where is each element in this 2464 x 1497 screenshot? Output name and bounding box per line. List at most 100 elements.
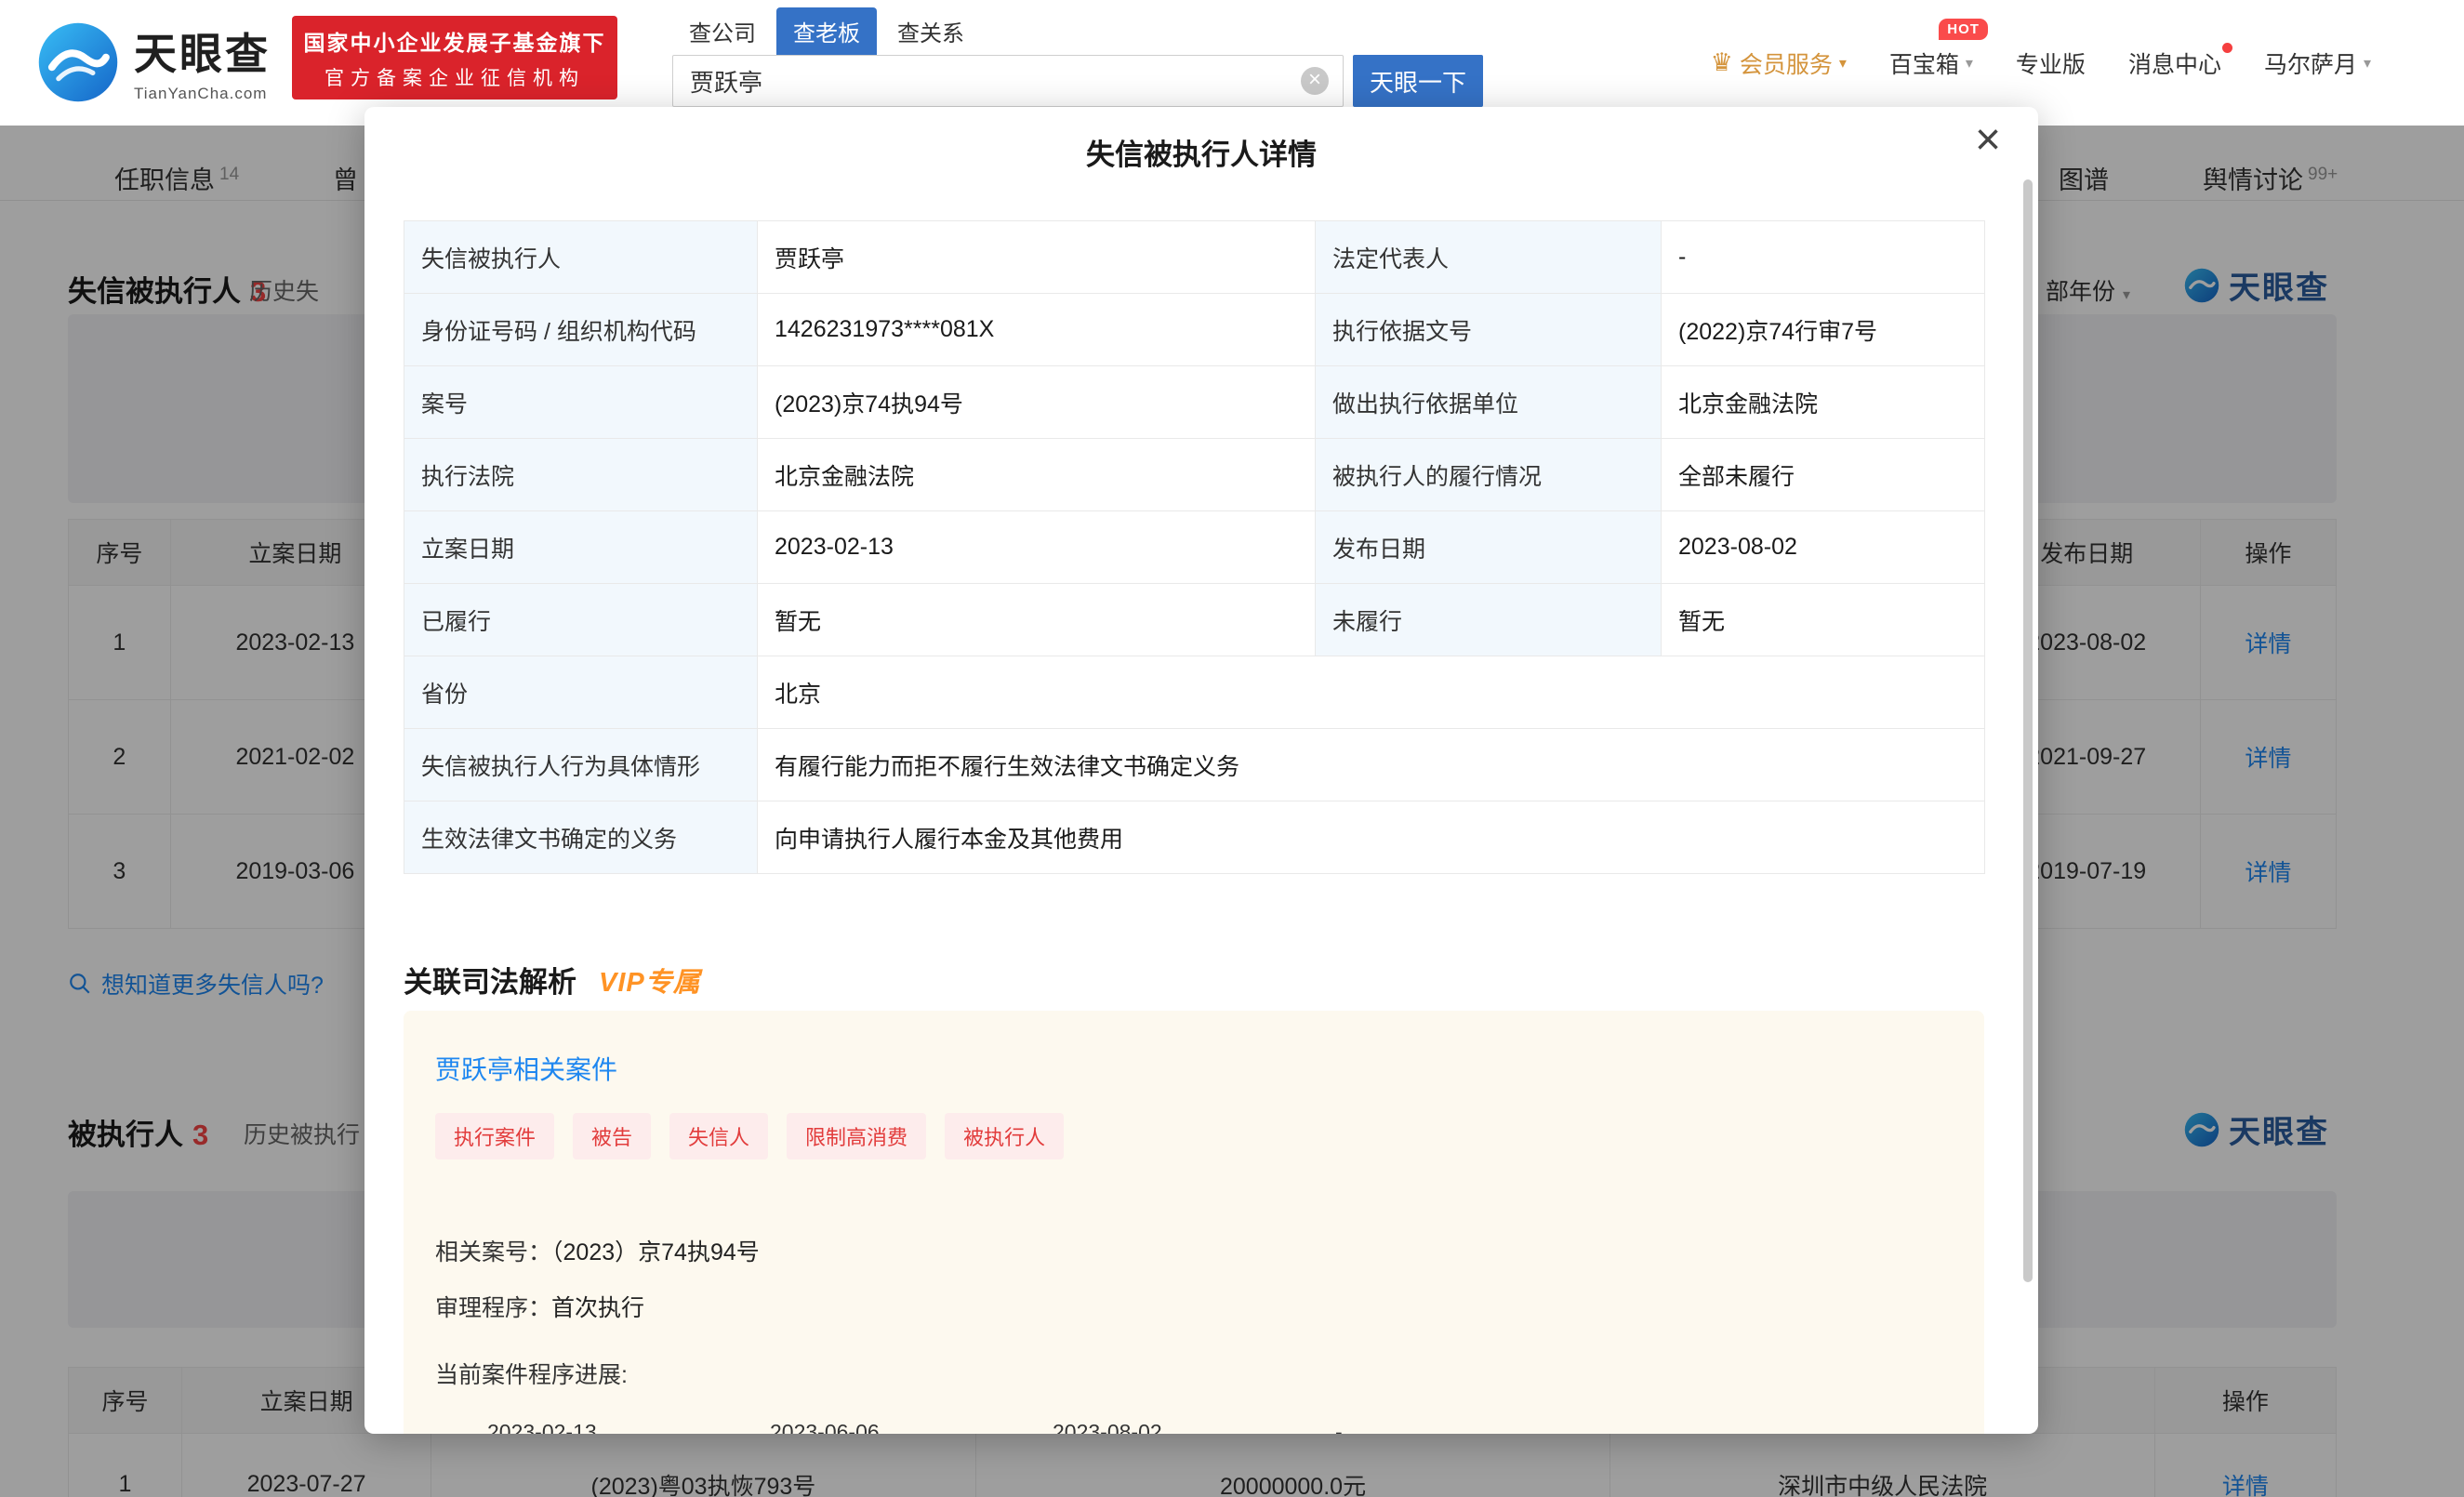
related-cases-link[interactable]: 贾跃亭相关案件	[435, 1050, 617, 1087]
case-tag[interactable]: 被执行人	[945, 1113, 1064, 1159]
detail-value: 北京金融法院	[758, 439, 1316, 511]
gov-badge-line2: 官方备案企业征信机构	[325, 63, 585, 91]
gov-badge-line1: 国家中小企业发展子基金旗下	[304, 25, 606, 57]
timeline-date: -	[1335, 1420, 1618, 1434]
related-case-no-value: （2023）京74执94号	[551, 1239, 760, 1265]
detail-value: 1426231973****081X	[758, 294, 1316, 366]
related-case-no: 相关案号：（2023）京74执94号	[435, 1234, 1953, 1267]
detail-row: 立案日期 2023-02-13 发布日期 2023-08-02	[404, 511, 1985, 584]
notification-dot	[2222, 43, 2232, 53]
chevron-down-icon: ▾	[2364, 54, 2371, 73]
analysis-section-header: 关联司法解析 VIP专属	[404, 959, 701, 1000]
detail-label: 做出执行依据单位	[1316, 366, 1662, 439]
detail-row: 失信被执行人 贾跃亭 法定代表人 -	[404, 221, 1985, 294]
logo-text-cn: 天眼查	[134, 20, 271, 82]
tianyancha-logo[interactable]: 天眼查 TianYanCha.com	[37, 20, 271, 103]
detail-label: 未履行	[1316, 584, 1662, 656]
nav-user-menu[interactable]: 马尔萨月 ▾	[2264, 46, 2371, 80]
detail-label: 法定代表人	[1316, 221, 1662, 294]
case-tag[interactable]: 执行案件	[435, 1113, 554, 1159]
search-input-wrap: ×	[672, 55, 1344, 107]
detail-label: 生效法律文书确定的义务	[404, 801, 758, 874]
detail-value: 北京金融法院	[1662, 366, 1985, 439]
case-progress-label: 当前案件程序进展:	[435, 1357, 1953, 1390]
hot-badge: HOT	[1939, 19, 1988, 40]
detail-value: 贾跃亭	[758, 221, 1316, 294]
detail-table: 失信被执行人 贾跃亭 法定代表人 - 身份证号码 / 组织机构代码 142623…	[404, 220, 1985, 874]
nav-toolbox[interactable]: HOT 百宝箱 ▾	[1889, 46, 1973, 80]
nav-messages-label: 消息中心	[2128, 46, 2221, 80]
analysis-title: 关联司法解析	[404, 959, 576, 1000]
detail-row: 已履行 暂无 未履行 暂无	[404, 584, 1985, 656]
detail-label: 案号	[404, 366, 758, 439]
detail-label: 发布日期	[1316, 511, 1662, 584]
detail-value: (2023)京74执94号	[758, 366, 1316, 439]
detail-value: 暂无	[1662, 584, 1985, 656]
tab-search-company[interactable]: 查公司	[672, 7, 773, 55]
detail-value: 北京	[758, 656, 1985, 729]
vip-badge: VIP专属	[599, 960, 701, 1000]
logo-text-en: TianYanCha.com	[134, 85, 271, 103]
tab-search-relation[interactable]: 查关系	[881, 7, 981, 55]
case-tag[interactable]: 限制高消费	[787, 1113, 926, 1159]
detail-value: 2023-08-02	[1662, 511, 1985, 584]
trial-procedure-value: 首次执行	[551, 1295, 644, 1321]
case-tag[interactable]: 失信人	[669, 1113, 768, 1159]
chevron-down-icon: ▾	[1966, 54, 1973, 73]
detail-label: 身份证号码 / 组织机构代码	[404, 294, 758, 366]
detail-row: 身份证号码 / 组织机构代码 1426231973****081X 执行依据文号…	[404, 294, 1985, 366]
chevron-down-icon: ▾	[1839, 54, 1847, 73]
detail-label: 已履行	[404, 584, 758, 656]
trial-procedure-label: 审理程序：	[435, 1295, 551, 1321]
timeline-date: 2023-02-13	[487, 1420, 770, 1434]
detail-value: 2023-02-13	[758, 511, 1316, 584]
detail-label: 失信被执行人行为具体情形	[404, 729, 758, 801]
detail-value: 向申请执行人履行本金及其他费用	[758, 801, 1985, 874]
modal-scrollbar[interactable]	[2023, 179, 2033, 1282]
nav-toolbox-label: 百宝箱	[1889, 46, 1959, 80]
crown-icon: ♛	[1711, 48, 1733, 77]
case-tag[interactable]: 被告	[573, 1113, 651, 1159]
detail-label: 执行依据文号	[1316, 294, 1662, 366]
detail-row: 执行法院 北京金融法院 被执行人的履行情况 全部未履行	[404, 439, 1985, 511]
analysis-card: 贾跃亭相关案件 执行案件 被告 失信人 限制高消费 被执行人 相关案号：（202…	[404, 1011, 1984, 1434]
detail-label: 被执行人的履行情况	[1316, 439, 1662, 511]
detail-value: -	[1662, 221, 1985, 294]
detail-value: (2022)京74行审7号	[1662, 294, 1985, 366]
nav-pro-label: 专业版	[2016, 46, 2086, 80]
timeline-date: 2023-08-02	[1053, 1420, 1335, 1434]
page: 天眼查 TianYanCha.com 国家中小企业发展子基金旗下 官方备案企业征…	[0, 0, 2464, 1497]
detail-row: 生效法律文书确定的义务 向申请执行人履行本金及其他费用	[404, 801, 1985, 874]
dishonest-detail-modal: 失信被执行人详情 × 失信被执行人 贾跃亭 法定代表人 - 身份证号码 / 组织…	[364, 107, 2038, 1434]
tab-search-boss[interactable]: 查老板	[776, 7, 877, 55]
detail-value: 全部未履行	[1662, 439, 1985, 511]
nav-message-center[interactable]: 消息中心	[2128, 46, 2221, 80]
close-icon[interactable]: ×	[1975, 118, 2001, 163]
search-input[interactable]	[672, 55, 1344, 107]
nav-member-services[interactable]: ♛ 会员服务 ▾	[1711, 46, 1847, 80]
search-button[interactable]: 天眼一下	[1353, 55, 1483, 107]
detail-label: 省份	[404, 656, 758, 729]
case-timeline: 2023-02-13 2023-06-06 2023-08-02 -	[435, 1420, 1953, 1434]
detail-row: 案号 (2023)京74执94号 做出执行依据单位 北京金融法院	[404, 366, 1985, 439]
related-case-no-label: 相关案号：	[435, 1239, 551, 1265]
detail-value: 有履行能力而拒不履行生效法律文书确定义务	[758, 729, 1985, 801]
search-tabs: 查公司 查老板 查关系	[672, 7, 1483, 55]
detail-label: 失信被执行人	[404, 221, 758, 294]
modal-title: 失信被执行人详情	[364, 131, 2038, 173]
search-area: 查公司 查老板 查关系 × 天眼一下	[672, 7, 1483, 107]
nav-member-label: 会员服务	[1740, 46, 1833, 80]
detail-row: 省份 北京	[404, 656, 1985, 729]
trial-procedure: 审理程序：首次执行	[435, 1290, 1953, 1323]
case-tag-row: 执行案件 被告 失信人 限制高消费 被执行人	[435, 1113, 1953, 1159]
nav-pro-version[interactable]: 专业版	[2016, 46, 2086, 80]
timeline-date: 2023-06-06	[770, 1420, 1053, 1434]
clear-search-icon[interactable]: ×	[1301, 67, 1329, 95]
gov-certification-badge: 国家中小企业发展子基金旗下 官方备案企业征信机构	[292, 16, 617, 99]
logo-text: 天眼查 TianYanCha.com	[134, 20, 271, 103]
detail-label: 执行法院	[404, 439, 758, 511]
tianyancha-logo-icon	[37, 21, 119, 103]
detail-label: 立案日期	[404, 511, 758, 584]
username: 马尔萨月	[2264, 46, 2357, 80]
detail-value: 暂无	[758, 584, 1316, 656]
